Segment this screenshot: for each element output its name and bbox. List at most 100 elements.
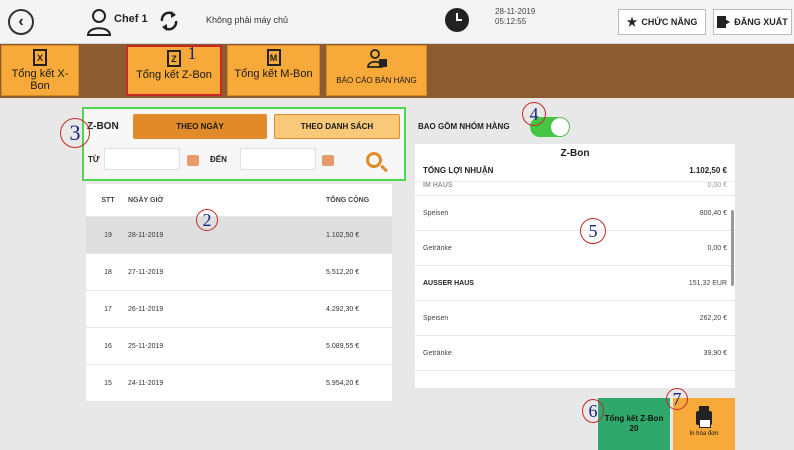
cell-date: 24-11-2019 — [128, 379, 164, 387]
summary-title: Z-Bon — [560, 148, 590, 159]
list-item: Speisen 800,40 € — [415, 196, 735, 231]
table-row[interactable]: 18 27-11-2019 5.512,20 € — [86, 254, 392, 291]
zbon-total-button[interactable]: Tổng kết Z-Bon 20 — [598, 398, 670, 450]
zbon-table: STT NGÀY GIỜ TỔNG CỘNG 19 28-11-2019 1.1… — [86, 184, 392, 402]
top-bar: ‹ Chef 1 Không phải máy chủ 28-11-2019 0… — [0, 0, 794, 44]
list-item: Speisen 262,20 € — [415, 301, 735, 336]
cell-total: 5.512,20 € — [326, 268, 360, 276]
cell-date: 26-11-2019 — [128, 305, 164, 313]
item-value: 0,00 € — [707, 244, 727, 252]
to-label: ĐẾN — [210, 155, 227, 164]
table-header: STT NGÀY GIỜ TỔNG CỘNG — [86, 184, 392, 217]
item-value: 800,40 € — [699, 209, 727, 217]
item-label: Getränke — [423, 244, 452, 252]
item-value: 39,90 € — [703, 349, 727, 357]
list-item: Getränke 0,00 € — [415, 231, 735, 266]
nav-m-bon-label: Tổng kết M-Bon — [234, 68, 313, 80]
nav-x-bon-label: Tổng kết X-Bon — [11, 68, 69, 92]
tab-by-date[interactable]: THEO NGÀY — [133, 114, 267, 139]
x-report-icon: X — [33, 49, 47, 66]
cell-date: 27-11-2019 — [128, 268, 164, 276]
annotation-marker: 5 — [580, 218, 606, 244]
table-row[interactable]: 16 25-11-2019 5.089,55 € — [86, 328, 392, 365]
sync-icon[interactable] — [158, 9, 180, 33]
server-status: Không phải máy chủ — [206, 15, 289, 25]
include-groups-label: BAO GỒM NHÓM HÀNG — [418, 122, 510, 131]
header-stt: STT — [101, 196, 115, 204]
cell-stt: 16 — [104, 342, 112, 350]
sales-report-icon — [366, 49, 387, 68]
profit-label: TỔNG LỢI NHUẬN — [423, 166, 494, 175]
logout-label: ĐĂNG XUẤT — [734, 17, 788, 27]
cell-stt: 17 — [104, 305, 112, 313]
calendar-icon[interactable] — [187, 155, 199, 166]
clock-icon — [445, 8, 469, 32]
table-row[interactable]: 19 28-11-2019 1.102,50 € — [86, 217, 392, 254]
item-value: 262,20 € — [699, 314, 727, 322]
cell-stt: 15 — [104, 379, 112, 387]
functions-label: CHỨC NĂNG — [641, 17, 698, 27]
logout-button[interactable]: ĐĂNG XUẤT — [713, 9, 792, 35]
summary-scrollbar[interactable] — [731, 210, 734, 286]
zbon-total-label: Tổng kết Z-Bon — [604, 414, 664, 423]
print-label: In hóa đơn — [689, 431, 719, 437]
annotation-marker: 4 — [522, 102, 546, 126]
cell-total: 5.954,20 € — [326, 379, 360, 387]
nav-sales-report-label: BÁO CÁO BÁN HÀNG — [336, 76, 417, 85]
list-item: IM HAUS 0,00 € — [415, 182, 735, 196]
nav-m-bon[interactable]: M Tổng kết M-Bon — [227, 45, 320, 96]
report-nav-bar: X Tổng kết X-Bon Z Tổng kết Z-Bon M Tổng… — [0, 44, 794, 98]
nav-x-bon[interactable]: X Tổng kết X-Bon — [1, 45, 79, 96]
cell-stt: 18 — [104, 268, 112, 276]
logout-icon — [717, 16, 731, 28]
zbon-total-count: 20 — [629, 424, 639, 433]
datetime: 28-11-2019 05:12:55 — [495, 7, 535, 27]
cell-date: 28-11-2019 — [128, 231, 164, 239]
cell-total: 1.102,50 € — [326, 231, 360, 239]
m-report-icon: M — [266, 49, 281, 66]
table-row[interactable]: 17 26-11-2019 4.292,30 € — [86, 291, 392, 328]
item-value: 0,00 € — [707, 182, 727, 189]
list-item: AUSSER HAUS 151,32 EUR — [415, 266, 735, 301]
calendar-icon[interactable] — [322, 155, 334, 166]
item-label: Speisen — [423, 209, 449, 217]
nav-sales-report[interactable]: BÁO CÁO BÁN HÀNG — [326, 45, 427, 96]
functions-button[interactable]: ★ CHỨC NĂNG — [618, 9, 706, 35]
back-button[interactable]: ‹ — [8, 9, 34, 35]
cell-date: 25-11-2019 — [128, 342, 164, 350]
item-label: IM HAUS — [423, 182, 453, 189]
search-icon — [366, 152, 382, 168]
date-text: 28-11-2019 — [495, 7, 536, 16]
from-label: TỪ — [88, 155, 100, 164]
chevron-left-icon: ‹ — [18, 13, 24, 30]
printer-icon — [696, 406, 712, 428]
zbon-summary-card: Z-Bon TỔNG LỢI NHUẬN 1.102,50 € IM HAUS … — [415, 144, 735, 388]
summary-list[interactable]: IM HAUS 0,00 € Speisen 800,40 € Getränke… — [415, 182, 735, 388]
item-value: 151,32 EUR — [688, 279, 727, 287]
list-item: Getränke 39,90 € — [415, 336, 735, 371]
user-icon — [86, 9, 112, 36]
cell-total: 4.292,30 € — [326, 305, 360, 313]
summary-header: Z-Bon TỔNG LỢI NHUẬN 1.102,50 € — [415, 144, 735, 182]
to-date-input[interactable] — [240, 148, 316, 170]
from-date-input[interactable] — [104, 148, 180, 170]
annotation-marker: 3 — [60, 118, 90, 148]
annotation-marker: 7 — [666, 388, 688, 410]
tab-by-list[interactable]: THEO DANH SÁCH — [274, 114, 400, 139]
nav-z-bon-label: Tổng kết Z-Bon — [136, 69, 212, 81]
nav-z-bon[interactable]: Z Tổng kết Z-Bon — [126, 45, 222, 96]
table-row[interactable]: 15 24-11-2019 5.954,20 € — [86, 365, 392, 402]
star-icon: ★ — [626, 15, 638, 29]
item-label: Speisen — [423, 314, 449, 322]
filter-title: Z-BON — [87, 121, 119, 132]
annotation-marker: 6 — [582, 399, 604, 423]
toggle-knob — [551, 118, 569, 136]
item-label: AUSSER HAUS — [423, 279, 474, 287]
cell-total: 5.089,55 € — [326, 342, 360, 350]
header-total: TỔNG CỘNG — [326, 196, 370, 204]
annotation-marker: 2 — [196, 209, 218, 231]
time-text: 05:12:55 — [495, 17, 527, 26]
profit-value: 1.102,50 € — [689, 166, 727, 175]
user-name: Chef 1 — [114, 13, 148, 25]
search-button[interactable] — [352, 146, 396, 174]
